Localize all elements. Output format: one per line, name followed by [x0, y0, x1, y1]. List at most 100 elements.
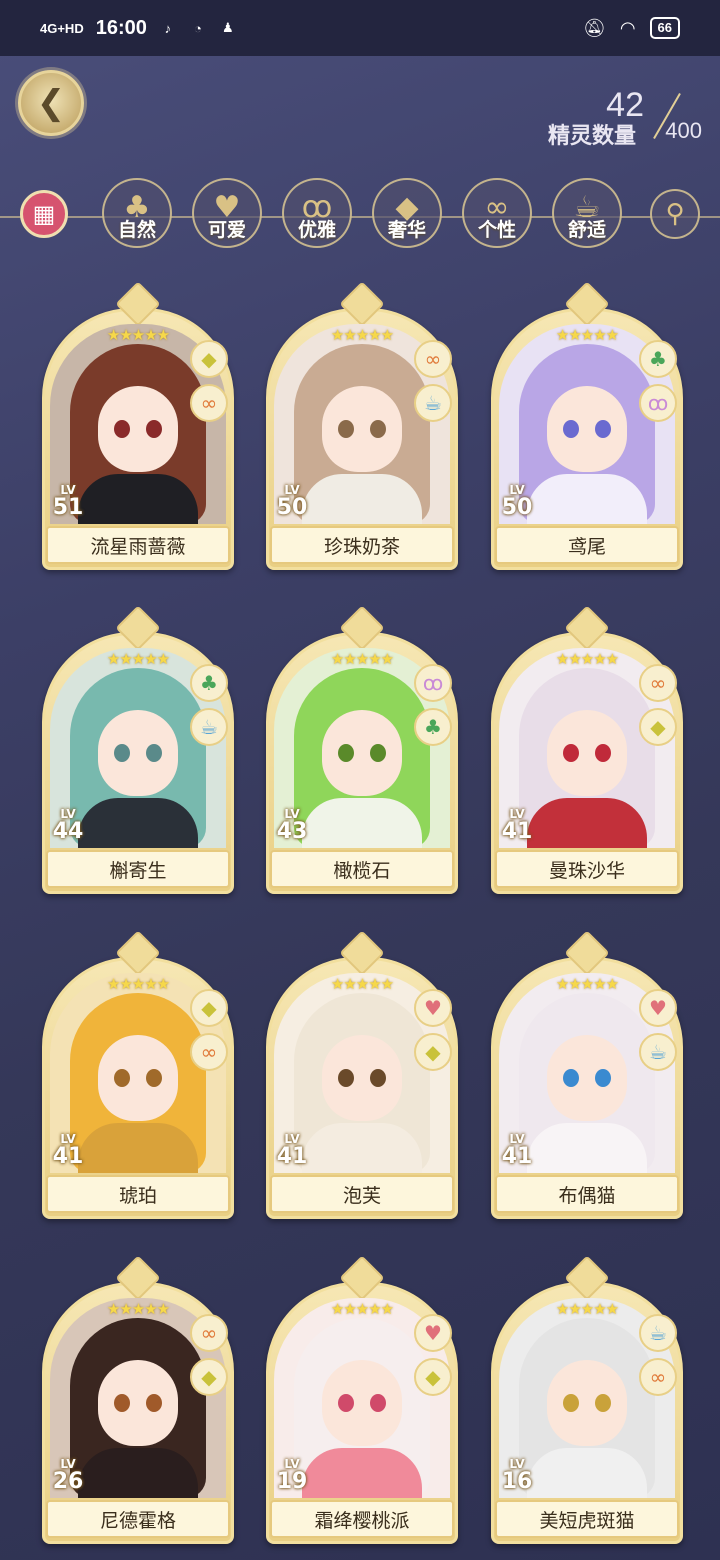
- diamond-icon: ◆: [639, 708, 677, 746]
- portrait-face: [547, 710, 627, 796]
- rarity-stars: ★★★★★: [106, 326, 170, 344]
- spirit-card[interactable]: ★★★★★ ♣ ☕︎ LV 44 槲寄生: [42, 605, 234, 896]
- character-name: 曼珠沙华: [495, 850, 679, 888]
- spirit-count-max: 400: [665, 118, 702, 143]
- level-value: 44: [52, 819, 84, 844]
- portrait-eye: [146, 744, 162, 762]
- level-badge: LV 43: [270, 808, 314, 852]
- rarity-stars: ★★★★★: [555, 650, 619, 668]
- spirit-card[interactable]: ★★★★★ ꝏ ♣ LV 43 橄榄石: [266, 605, 458, 896]
- glasses-icon: ∞: [190, 384, 228, 422]
- clover-icon: ♣: [414, 708, 452, 746]
- portrait-face: [98, 1035, 178, 1121]
- qq-icon: ♟: [222, 20, 234, 35]
- rarity-stars: ★★★★★: [330, 1300, 394, 1318]
- spirit-card[interactable]: ★★★★★ ∞ ◆ LV 26 尼德霍格: [42, 1255, 234, 1546]
- level-value: 26: [52, 1469, 84, 1494]
- glasses-icon: ∞: [190, 1033, 228, 1071]
- swan-icon: ꝏ: [414, 664, 452, 702]
- portrait-outfit: [78, 798, 198, 848]
- level-badge: LV 41: [495, 1133, 539, 1177]
- search-icon: ⚲: [665, 199, 685, 229]
- tab-label: 自然: [117, 219, 156, 241]
- portrait-eye: [114, 1394, 130, 1412]
- rarity-stars: ★★★★★: [330, 326, 394, 344]
- teacup-icon: ☕︎: [190, 708, 228, 746]
- level-value: 51: [52, 495, 84, 520]
- portrait-outfit: [527, 798, 647, 848]
- tab-label: 舒适: [567, 219, 606, 241]
- portrait-face: [547, 1360, 627, 1446]
- heart-icon: ♥: [414, 989, 452, 1027]
- portrait-outfit: [302, 474, 422, 524]
- level-badge: LV 50: [270, 484, 314, 528]
- portrait-face: [322, 1360, 402, 1446]
- diamond-icon: ◆: [190, 1358, 228, 1396]
- spirit-card[interactable]: ★★★★★ ∞ ☕︎ LV 50 珍珠奶茶: [266, 281, 458, 572]
- glasses-icon: ∞: [414, 340, 452, 378]
- character-name: 琥珀: [46, 1175, 230, 1213]
- character-name: 橄榄石: [270, 850, 454, 888]
- character-name: 鸢尾: [495, 526, 679, 564]
- teacup-icon: ☕︎: [414, 384, 452, 422]
- portrait-outfit: [527, 1123, 647, 1173]
- character-name: 美短虎斑猫: [495, 1500, 679, 1538]
- wechat-icon: ◔: [193, 20, 202, 36]
- portrait-outfit: [78, 1448, 198, 1498]
- spirit-card[interactable]: ★★★★★ ♥ ☕︎ LV 41 布偶猫: [491, 930, 683, 1221]
- spirit-card[interactable]: ★★★★★ ♥ ◆ LV 41 泡芙: [266, 930, 458, 1221]
- spirit-card[interactable]: ★★★★★ ☕︎ ∞ LV 16 美短虎斑猫: [491, 1255, 683, 1546]
- level-badge: LV 41: [46, 1133, 90, 1177]
- portrait-eye: [114, 744, 130, 762]
- tab-luxury[interactable]: ◆ 奢华: [372, 178, 442, 248]
- spirit-count-label: 精灵数量: [547, 123, 636, 148]
- tab-nature[interactable]: ♣ 自然: [102, 178, 172, 248]
- tab-label: 优雅: [297, 219, 336, 241]
- tab-label: 奢华: [387, 219, 426, 241]
- tab-cute[interactable]: ♥ 可爱: [192, 178, 262, 248]
- glasses-icon: ∞: [639, 664, 677, 702]
- battery-indicator: 66: [649, 17, 680, 39]
- character-name: 尼德霍格: [46, 1500, 230, 1538]
- character-name: 流星雨蔷薇: [46, 526, 230, 564]
- portrait-eye: [338, 744, 354, 762]
- portrait-outfit: [527, 1448, 647, 1498]
- character-name: 珍珠奶茶: [270, 526, 454, 564]
- level-badge: LV 50: [495, 484, 539, 528]
- tab-personality[interactable]: ∞ 个性: [462, 178, 532, 248]
- clock: 16:00: [95, 16, 147, 39]
- glasses-icon: ∞: [190, 1314, 228, 1352]
- spirit-card[interactable]: ★★★★★ ∞ ◆ LV 41 曼珠沙华: [491, 605, 683, 896]
- portrait-eye: [595, 744, 611, 762]
- rarity-stars: ★★★★★: [106, 975, 170, 993]
- level-value: 50: [276, 495, 308, 520]
- search-button[interactable]: ⚲: [650, 189, 700, 239]
- wifi-icon: ◠: [619, 17, 636, 38]
- portrait-outfit: [78, 1123, 198, 1173]
- glasses-icon: ∞: [639, 1358, 677, 1396]
- teacup-icon: ☕︎: [639, 1314, 677, 1352]
- teacup-icon: ☕︎: [639, 1033, 677, 1071]
- level-value: 41: [276, 1144, 308, 1169]
- spirit-card[interactable]: ★★★★★ ◆ ∞ LV 41 琥珀: [42, 930, 234, 1221]
- portrait-eye: [146, 1069, 162, 1087]
- level-badge: LV 41: [270, 1133, 314, 1177]
- tab-comfort[interactable]: ☕︎ 舒适: [552, 178, 622, 248]
- back-button[interactable]: ❮: [18, 70, 84, 136]
- level-badge: LV 16: [495, 1458, 539, 1502]
- portrait-eye: [595, 1069, 611, 1087]
- level-badge: LV 26: [46, 1458, 90, 1502]
- spirit-card[interactable]: ★★★★★ ♥ ◆ LV 19 霜绛樱桃派: [266, 1255, 458, 1546]
- spirit-card[interactable]: ★★★★★ ◆ ∞ LV 51 流星雨蔷薇: [42, 281, 234, 572]
- character-name: 泡芙: [270, 1175, 454, 1213]
- tab-elegant[interactable]: ꝏ 优雅: [282, 178, 352, 248]
- portrait-eye: [114, 420, 130, 438]
- mute-icon: 🔕︎: [582, 17, 606, 38]
- tab-all[interactable]: ▦: [20, 190, 68, 238]
- portrait-eye: [370, 420, 386, 438]
- clover-icon: ♣: [190, 664, 228, 702]
- portrait-outfit: [78, 474, 198, 524]
- portrait-eye: [563, 744, 579, 762]
- filter-tabs: ▦ ♣ 自然 ♥ 可爱 ꝏ 优雅 ◆ 奢华 ∞ 个性 ☕︎ 舒适 ⚲: [0, 178, 720, 258]
- spirit-card[interactable]: ★★★★★ ♣ ꝏ LV 50 鸢尾: [491, 281, 683, 572]
